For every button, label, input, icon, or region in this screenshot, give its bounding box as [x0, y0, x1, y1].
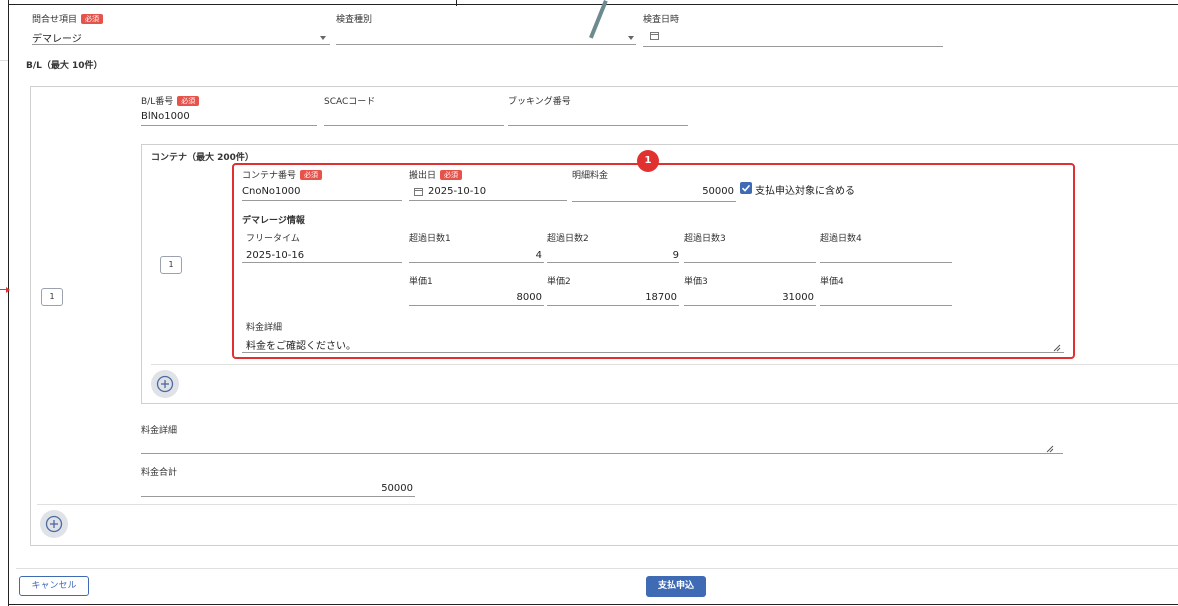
unit-price-3-input[interactable]: 31000	[684, 292, 814, 303]
booking-label: ブッキング番号	[508, 97, 571, 107]
unit-price-2-label: 単価2	[547, 277, 571, 287]
annotation-badge: 1	[637, 150, 659, 172]
container-section-title: コンテナ（最大 200件）	[151, 153, 254, 163]
scac-label: SCACコード	[324, 97, 376, 107]
container-divider	[151, 364, 1178, 365]
inspection-type-label: 検査種別	[336, 15, 373, 25]
include-payment-label: 支払申込対象に含める	[755, 186, 855, 197]
left-side-ticks	[0, 60, 8, 210]
required-badge: 必須	[440, 170, 463, 180]
left-pointer-tip	[6, 287, 10, 293]
container-number-label: コンテナ番号 必須	[242, 168, 323, 181]
callout-pointer-line	[589, 0, 608, 39]
container-index-button[interactable]: 1	[160, 256, 182, 274]
free-time-input[interactable]: 2025-10-16	[246, 250, 304, 261]
demurrage-info-title: デマレージ情報	[242, 216, 305, 226]
resize-handle-icon[interactable]	[1053, 344, 1061, 352]
calendar-icon[interactable]	[650, 31, 659, 40]
calendar-icon[interactable]	[414, 187, 423, 196]
container-number-input[interactable]: CnoNo1000	[242, 186, 301, 197]
cancel-button[interactable]: キャンセル	[19, 576, 89, 596]
add-container-button[interactable]	[151, 370, 179, 398]
submit-payment-button[interactable]: 支払申込	[646, 576, 706, 597]
required-badge: 必須	[300, 170, 323, 180]
unit-price-1-label: 単価1	[409, 277, 433, 287]
chevron-down-icon[interactable]	[628, 36, 634, 40]
add-bl-button[interactable]	[40, 510, 68, 538]
bl-number-input[interactable]: BlNo1000	[141, 111, 190, 122]
bl-index-button[interactable]: 1	[41, 288, 63, 306]
bl-section-title: B/L（最大 10件）	[26, 61, 103, 71]
chevron-down-icon[interactable]	[320, 36, 326, 40]
overdays-2-label: 超過日数2	[547, 234, 589, 244]
carry-out-date-label: 搬出日 必須	[409, 168, 463, 181]
bl-number-label: B/L番号 必須	[141, 94, 200, 107]
container-fee-detail-textarea[interactable]: 料金をご確認ください。	[246, 337, 356, 352]
unit-price-1-input[interactable]: 8000	[409, 292, 542, 303]
inquiry-label: 問合せ項目 必須	[32, 12, 104, 25]
fee-total-value[interactable]: 50000	[141, 483, 413, 494]
unit-price-4-label: 単価4	[820, 277, 844, 287]
container-fee-detail-label: 料金詳細	[246, 323, 283, 333]
overdays-1-input[interactable]: 4	[409, 250, 542, 261]
overdays-3-label: 超過日数3	[684, 234, 726, 244]
bl-fee-detail-label: 料金詳細	[141, 426, 178, 436]
page-frame-left	[8, 0, 9, 606]
inquiry-select[interactable]: デマレージ	[32, 30, 82, 45]
overdays-1-label: 超過日数1	[409, 234, 451, 244]
resize-handle-icon[interactable]	[1046, 445, 1054, 453]
free-time-label: フリータイム	[246, 234, 300, 244]
bl-divider	[37, 504, 1177, 505]
detail-fee-input[interactable]: 50000	[572, 186, 734, 197]
include-payment-checkbox[interactable]	[740, 182, 752, 194]
inspection-date-label: 検査日時	[643, 15, 680, 25]
check-icon	[741, 184, 751, 192]
detail-fee-label: 明細料金	[572, 171, 609, 181]
page-frame-top	[8, 4, 1178, 5]
overdays-2-input[interactable]: 9	[547, 250, 679, 261]
unit-price-2-input[interactable]: 18700	[547, 292, 677, 303]
footer-divider	[16, 568, 1178, 569]
top-notch	[456, 0, 457, 6]
required-badge: 必須	[81, 14, 104, 24]
unit-price-3-label: 単価3	[684, 277, 708, 287]
page-frame-bottom	[8, 604, 1178, 605]
required-badge: 必須	[177, 96, 200, 106]
plus-circle-icon	[156, 375, 174, 393]
overdays-4-label: 超過日数4	[820, 234, 862, 244]
carry-out-date-input[interactable]: 2025-10-10	[428, 186, 486, 197]
plus-circle-icon	[45, 515, 63, 533]
fee-total-label: 料金合計	[141, 468, 178, 478]
